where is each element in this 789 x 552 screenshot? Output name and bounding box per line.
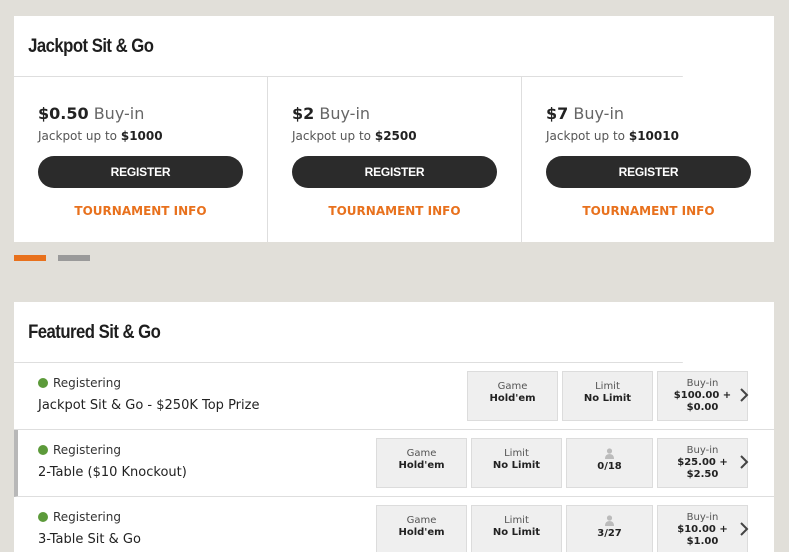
status-text: Registering: [53, 510, 121, 524]
buyin-price: $7: [546, 104, 569, 123]
tournament-name: 2-Table ($10 Knockout): [38, 465, 187, 480]
limit-label: Limit: [504, 448, 529, 459]
game-cell: Game Hold'em: [467, 371, 558, 421]
game-value: Hold'em: [489, 393, 536, 404]
players-count: 0/18: [597, 461, 622, 472]
limit-value: No Limit: [492, 460, 541, 471]
tournament-info-link[interactable]: TOURNAMENT INFO: [38, 204, 243, 218]
tournament-row[interactable]: Registering 3-Table Sit & Go Game Hold'e…: [14, 497, 774, 552]
tournament-details: Game Hold'em Limit No Limit 3/27 Buy-in …: [376, 505, 748, 552]
tournament-name: Jackpot Sit & Go - $250K Top Prize: [38, 398, 260, 413]
buyin-line: $0.50 Buy-in: [38, 104, 243, 124]
limit-cell: Limit No Limit: [471, 438, 562, 488]
user-icon: [605, 448, 614, 459]
buyin-cell: Buy-in $10.00 + $1.00: [657, 505, 748, 552]
status: Registering: [38, 510, 121, 524]
players-cell: 3/27: [566, 505, 653, 552]
limit-label: Limit: [595, 381, 620, 392]
status-dot-icon: [38, 445, 48, 455]
game-value: Hold'em: [398, 460, 445, 471]
jackpot-card: $2 Buy-in Jackpot up to $2500 REGISTER T…: [268, 77, 522, 242]
chevron-right-icon[interactable]: [738, 519, 752, 539]
jackpot-amount: $10010: [628, 129, 679, 143]
featured-panel-title: Featured Sit & Go: [14, 302, 683, 363]
tournament-details: Game Hold'em Limit No Limit 0/18 Buy-in …: [376, 438, 748, 488]
limit-value: No Limit: [492, 527, 541, 538]
buyin-cell: Buy-in $25.00 + $2.50: [657, 438, 748, 488]
jackpot-card: $7 Buy-in Jackpot up to $10010 REGISTER …: [522, 77, 775, 242]
buyin-cell-label: Buy-in: [686, 445, 719, 456]
buyin-price: $0.50: [38, 104, 89, 123]
game-label: Game: [406, 448, 437, 459]
status: Registering: [38, 443, 121, 457]
featured-sit-and-go-panel: Featured Sit & Go Registering Jackpot Si…: [14, 302, 774, 552]
jackpot-line: Jackpot up to $10010: [546, 129, 751, 143]
jackpot-card: $0.50 Buy-in Jackpot up to $1000 REGISTE…: [14, 77, 268, 242]
status-text: Registering: [53, 443, 121, 457]
tournament-row[interactable]: Registering 2-Table ($10 Knockout) Game …: [14, 430, 774, 497]
buyin-label: Buy-in: [319, 104, 371, 123]
status: Registering: [38, 376, 121, 390]
game-value: Hold'em: [398, 527, 445, 538]
tournament-row[interactable]: Registering Jackpot Sit & Go - $250K Top…: [14, 363, 774, 430]
jackpot-prefix: Jackpot up to: [292, 129, 372, 143]
game-label: Game: [497, 381, 528, 392]
buyin-cell-label: Buy-in: [686, 512, 719, 523]
jackpot-panel-title: Jackpot Sit & Go: [14, 16, 683, 77]
register-button[interactable]: REGISTER: [292, 156, 497, 188]
limit-cell: Limit No Limit: [471, 505, 562, 552]
carousel-page-1[interactable]: [14, 255, 46, 261]
buyin-cell: Buy-in $100.00 + $0.00: [657, 371, 748, 421]
buyin-amount: $10.00 +: [677, 524, 728, 535]
chevron-right-icon[interactable]: [738, 385, 752, 405]
jackpot-amount: $1000: [120, 129, 163, 143]
jackpot-prefix: Jackpot up to: [38, 129, 118, 143]
jackpot-line: Jackpot up to $1000: [38, 129, 243, 143]
jackpot-cards: $0.50 Buy-in Jackpot up to $1000 REGISTE…: [14, 77, 774, 242]
status-text: Registering: [53, 376, 121, 390]
game-cell: Game Hold'em: [376, 438, 467, 488]
buyin-amount: $25.00 +: [677, 457, 728, 468]
tournament-info-link[interactable]: TOURNAMENT INFO: [292, 204, 497, 218]
chevron-right-icon[interactable]: [738, 452, 752, 472]
status-dot-icon: [38, 512, 48, 522]
jackpot-amount: $2500: [374, 129, 417, 143]
buyin-fee: $1.00: [686, 536, 719, 547]
buyin-fee: $0.00: [686, 402, 719, 413]
user-icon: [605, 515, 614, 526]
buyin-label: Buy-in: [93, 104, 145, 123]
carousel-page-2[interactable]: [58, 255, 90, 261]
jackpot-sit-and-go-panel: Jackpot Sit & Go $0.50 Buy-in Jackpot up…: [14, 16, 774, 242]
game-label: Game: [406, 515, 437, 526]
limit-label: Limit: [504, 515, 529, 526]
buyin-line: $2 Buy-in: [292, 104, 497, 124]
register-button[interactable]: REGISTER: [546, 156, 751, 188]
limit-cell: Limit No Limit: [562, 371, 653, 421]
players-count: 3/27: [597, 528, 622, 539]
buyin-label: Buy-in: [573, 104, 625, 123]
register-button[interactable]: REGISTER: [38, 156, 243, 188]
buyin-cell-label: Buy-in: [686, 378, 719, 389]
jackpot-prefix: Jackpot up to: [546, 129, 626, 143]
tournament-name: 3-Table Sit & Go: [38, 532, 141, 547]
buyin-price: $2: [292, 104, 315, 123]
jackpot-line: Jackpot up to $2500: [292, 129, 497, 143]
tournament-details: Game Hold'em Limit No Limit Buy-in $100.…: [467, 371, 748, 421]
status-dot-icon: [38, 378, 48, 388]
carousel-pagination: [14, 255, 90, 261]
players-cell: 0/18: [566, 438, 653, 488]
limit-value: No Limit: [583, 393, 632, 404]
buyin-line: $7 Buy-in: [546, 104, 751, 124]
buyin-fee: $2.50: [686, 469, 719, 480]
buyin-amount: $100.00 +: [673, 390, 732, 401]
tournament-info-link[interactable]: TOURNAMENT INFO: [546, 204, 751, 218]
game-cell: Game Hold'em: [376, 505, 467, 552]
